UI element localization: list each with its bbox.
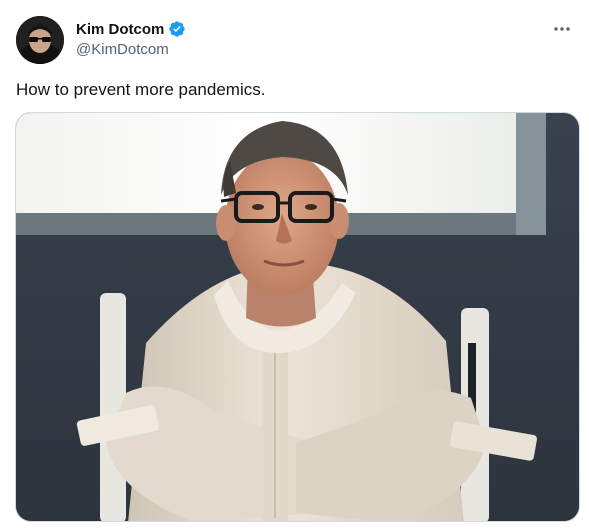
name-row: Kim Dotcom — [76, 18, 186, 40]
verified-badge-icon[interactable] — [168, 20, 186, 38]
more-options-button[interactable] — [549, 18, 575, 40]
tweet-card: Kim Dotcom @KimDotcom How to prevent mor… — [0, 0, 589, 532]
more-options-icon — [554, 27, 570, 31]
tweet-text: How to prevent more pandemics. — [16, 80, 266, 99]
author-display-name[interactable]: Kim Dotcom — [76, 21, 164, 38]
author-info: Kim Dotcom @KimDotcom — [76, 18, 186, 58]
avatar-image — [16, 16, 64, 64]
tweet-media-photo[interactable] — [15, 112, 580, 522]
author-avatar[interactable] — [16, 16, 64, 64]
photo-image — [16, 113, 579, 521]
author-handle[interactable]: @KimDotcom — [76, 41, 186, 58]
